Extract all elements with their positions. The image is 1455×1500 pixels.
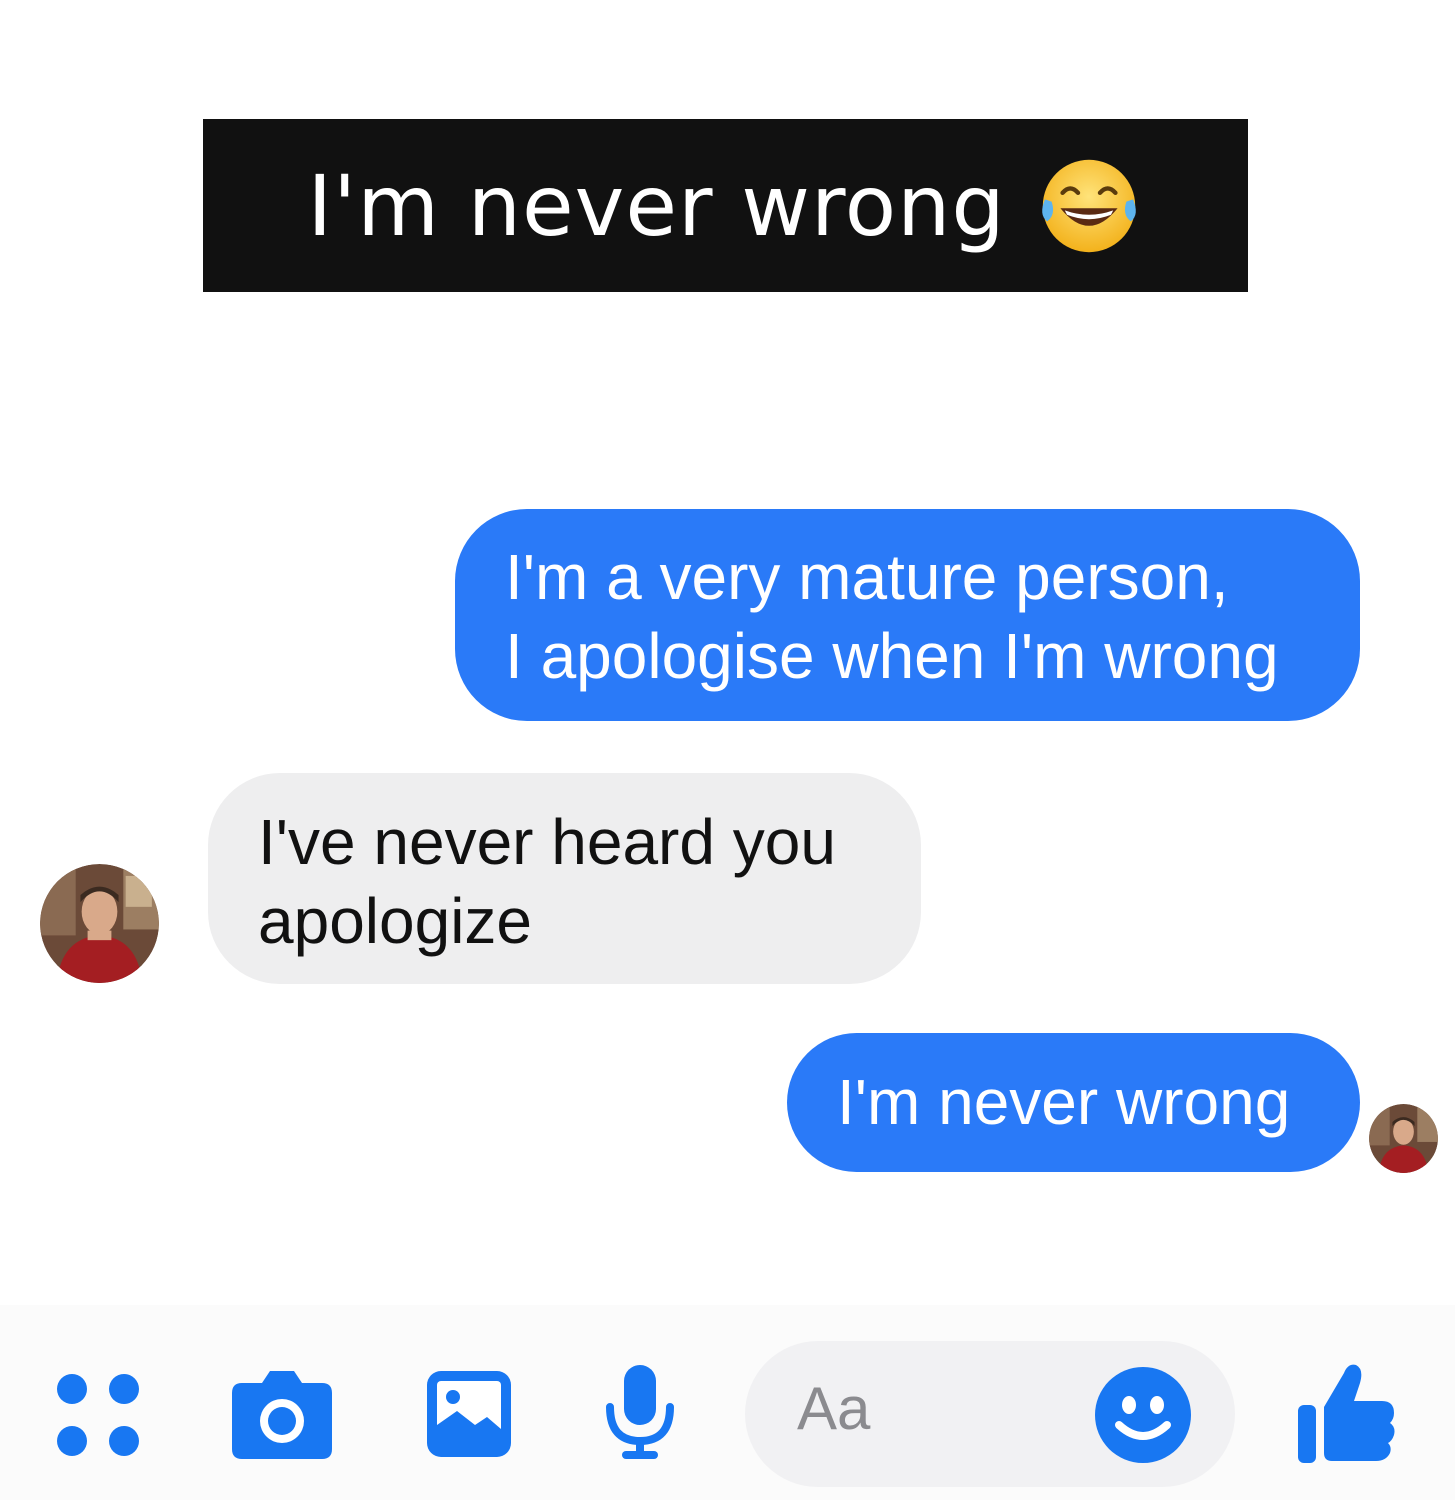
outgoing-message[interactable]: I'm never wrong [787, 1033, 1360, 1172]
apps-icon[interactable] [55, 1372, 141, 1458]
meme-page: I'm never wrong I'm a very mature person… [0, 0, 1455, 1500]
message-line: I'm never wrong [837, 1066, 1291, 1138]
message-line: I apologise when I'm wrong [505, 620, 1279, 692]
message-input-placeholder: Aa [797, 1375, 871, 1442]
message-line: I've never heard you [258, 806, 836, 878]
message-line: I'm a very mature person, [505, 541, 1229, 613]
message-composer: Aa [0, 1305, 1455, 1500]
emoji-icon[interactable] [1093, 1365, 1193, 1465]
camera-icon[interactable] [230, 1365, 334, 1461]
thumbs-up-icon[interactable] [1296, 1361, 1398, 1465]
message-line: apologize [258, 885, 532, 957]
meme-caption: I'm never wrong [203, 119, 1248, 292]
microphone-icon[interactable] [602, 1363, 678, 1463]
outgoing-message[interactable]: I'm a very mature person, I apologise wh… [455, 509, 1360, 721]
face-with-tears-of-joy-icon [1041, 159, 1136, 252]
seen-receipt-avatar [1369, 1104, 1438, 1173]
contact-avatar[interactable] [40, 864, 159, 983]
message-input[interactable]: Aa [745, 1341, 1235, 1487]
caption-text: I'm never wrong [307, 156, 1006, 255]
incoming-message[interactable]: I've never heard you apologize [208, 773, 921, 984]
gallery-icon[interactable] [423, 1367, 515, 1461]
